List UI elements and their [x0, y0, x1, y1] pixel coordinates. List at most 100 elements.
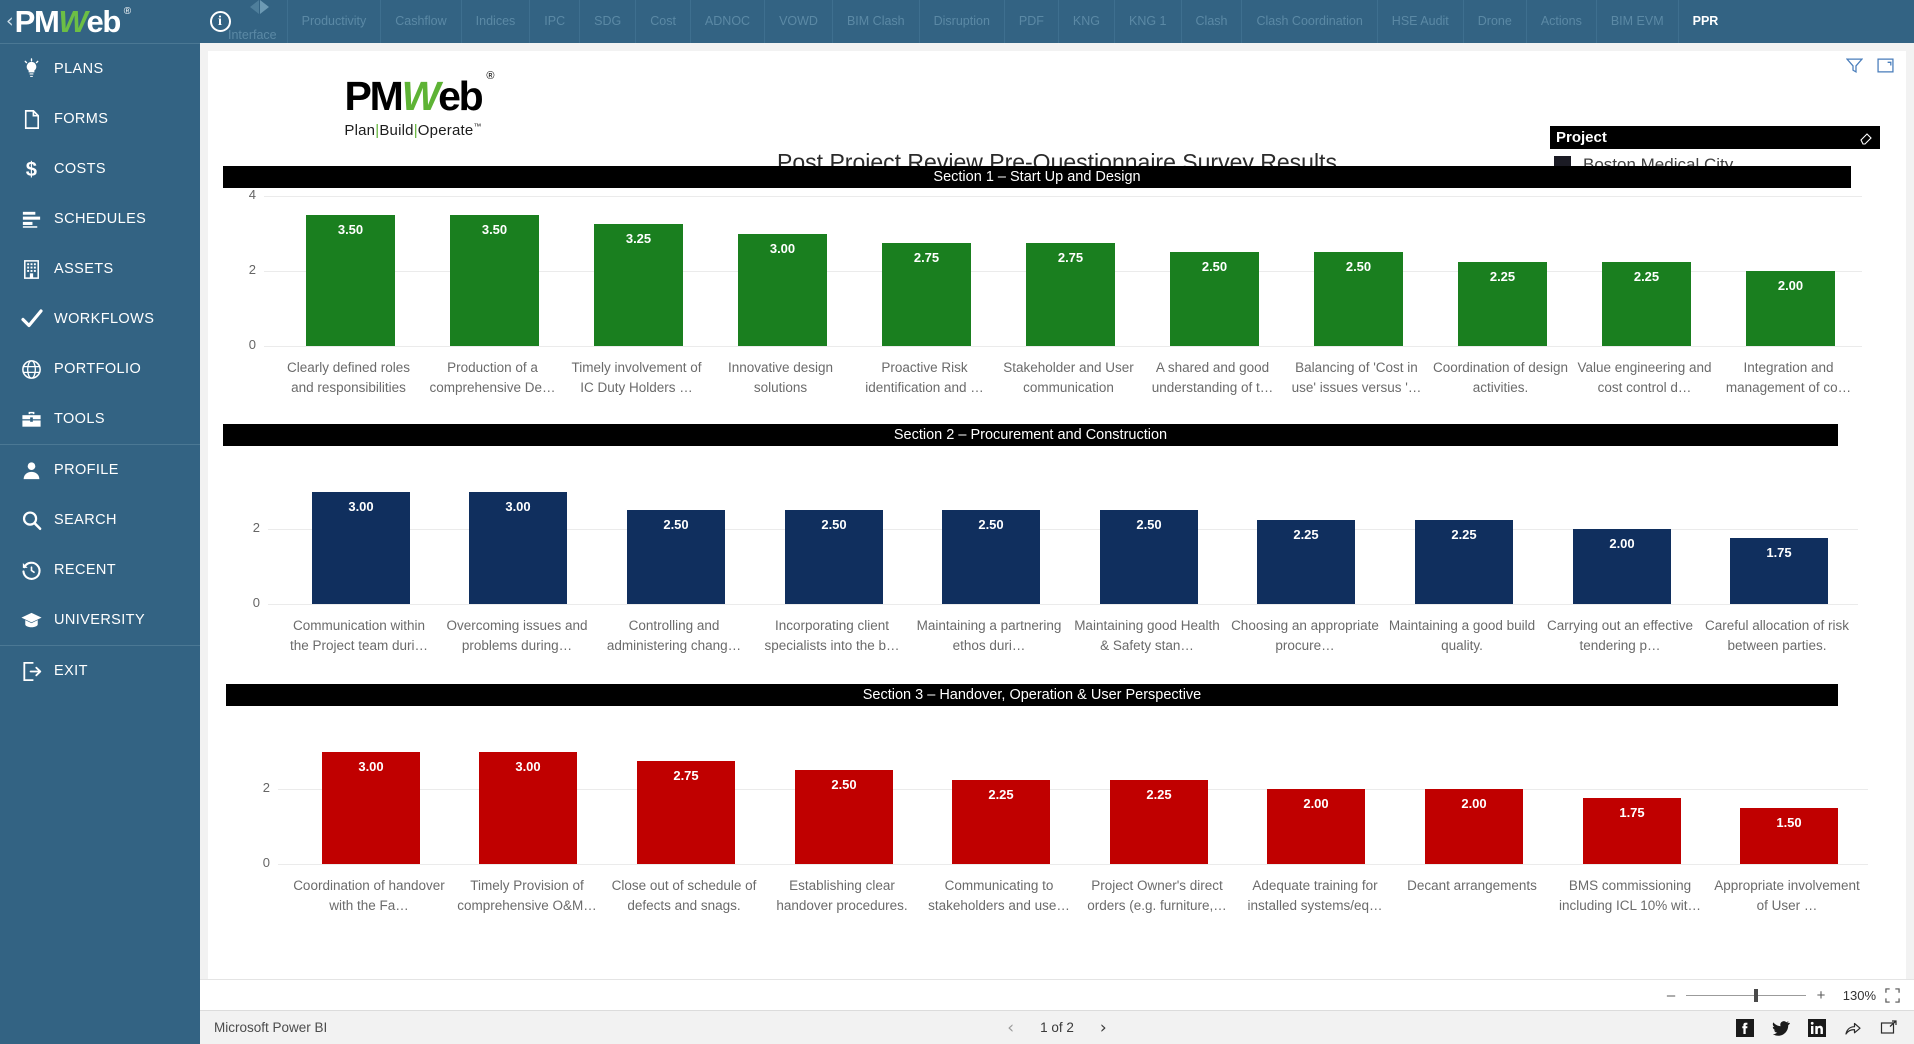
tab-label: PDF — [1018, 14, 1044, 28]
page-navigation: ‹ 1 of 2 › — [200, 1018, 1914, 1038]
sidebar-item-assets[interactable]: ASSETS — [0, 244, 200, 294]
plot-area-1: 0 2 4 3.50 Clearly defined roles and respons… — [208, 187, 1906, 395]
svg-text:$: $ — [26, 159, 38, 181]
bar-value-label: 2.25 — [1489, 268, 1516, 284]
chevron-left-icon[interactable]: ‹ — [1007, 1018, 1014, 1038]
sidebar-item-university[interactable]: UNIVERSITY — [0, 595, 200, 645]
sidebar-item-schedules[interactable]: SCHEDULES — [0, 194, 200, 244]
sidebar-item-plans[interactable]: PLANS — [0, 44, 200, 94]
tab-clash-coordination[interactable]: Clash Coordination — [1242, 0, 1378, 43]
report-logo-registered: ® — [486, 70, 495, 82]
x-axis-category-label: Proactive Risk identification and … — [865, 360, 984, 395]
app-logo[interactable]: ‹ PMWeb ® — [0, 0, 200, 43]
fit-to-page-icon[interactable] — [1885, 987, 1900, 1003]
tab-clash[interactable]: Clash — [1182, 0, 1243, 43]
eraser-icon[interactable] — [1858, 129, 1874, 145]
facebook-icon[interactable] — [1736, 1018, 1754, 1037]
sidebar-item-portfolio[interactable]: PORTFOLIO — [0, 344, 200, 394]
x-axis-category-label: Carrying out an effective tendering p… — [1546, 618, 1694, 653]
exit-icon — [20, 660, 54, 683]
zoom-in-button[interactable]: + — [1815, 987, 1827, 1004]
report-logo: PMWeb ® Plan|Build|Operate™ — [288, 70, 538, 139]
document-icon — [20, 108, 54, 131]
x-axis-category-label: Stakeholder and User communication — [1003, 360, 1134, 395]
report-logo-tagline: Plan|Build|Operate™ — [288, 122, 538, 139]
tab-cashflow[interactable]: Cashflow — [381, 0, 462, 43]
sidebar-group-modules: PLANS FORMS $ COSTS SCHEDULES ASSETS WORKFLOWS… — [0, 44, 200, 444]
bar-value-label: 3.50 — [481, 221, 508, 237]
x-axis-category-label: Appropriate involvement of User … — [1714, 878, 1860, 913]
sidebar-item-search[interactable]: SEARCH — [0, 495, 200, 545]
sidebar-item-forms[interactable]: FORMS — [0, 94, 200, 144]
bar-value-label: 2.25 — [988, 786, 1014, 802]
sidebar-item-costs[interactable]: $ COSTS — [0, 144, 200, 194]
tagline-tm: ™ — [473, 122, 482, 131]
sidebar-group-user: PROFILE SEARCH RECENT UNIVERSITY — [0, 445, 200, 645]
twitter-icon[interactable] — [1772, 1019, 1790, 1037]
tab-drone[interactable]: Drone — [1464, 0, 1527, 43]
tab-bim-clash[interactable]: BIM Clash — [833, 0, 920, 43]
x-axis-category-label: Overcoming issues and problems during… — [446, 618, 588, 653]
tab-cost[interactable]: Cost — [636, 0, 691, 43]
sidebar-item-label: COSTS — [54, 161, 106, 177]
sidebar-item-label: WORKFLOWS — [54, 311, 155, 327]
popout-icon[interactable] — [1880, 1019, 1898, 1037]
collapse-sidebar-icon[interactable]: ‹ — [6, 12, 14, 31]
report-logo-pm: PM — [344, 73, 403, 119]
zoom-out-button[interactable]: – — [1665, 987, 1677, 1004]
sidebar-item-exit[interactable]: EXIT — [0, 646, 200, 696]
tab-label: PPR — [1692, 14, 1719, 28]
sidebar-item-profile[interactable]: PROFILE — [0, 445, 200, 495]
tab-ipc[interactable]: IPC — [530, 0, 581, 43]
x-axis-category-label: Integration and management of co… — [1725, 360, 1852, 395]
x-axis-category-label: Decant arrangements — [1407, 878, 1537, 893]
bar-value-label: 2.75 — [673, 767, 699, 783]
zoom-bar: – + 130% — [200, 979, 1914, 1010]
bar-value-label: 2.00 — [1461, 796, 1487, 811]
registered-mark: ® — [123, 5, 132, 17]
zoom-slider-thumb[interactable] — [1754, 988, 1759, 1002]
section-header-2: Section 2 – Procurement and Construction — [223, 424, 1838, 446]
tab-kng[interactable]: KNG — [1059, 0, 1115, 43]
tab-productivity[interactable]: Productivity — [288, 0, 382, 43]
tab-label: Actions — [1540, 14, 1582, 28]
tab-label: Interface — [228, 28, 277, 42]
sidebar-item-label: SEARCH — [54, 512, 117, 528]
tab-kng-1[interactable]: KNG 1 — [1115, 0, 1182, 43]
chevron-right-icon[interactable]: › — [1100, 1018, 1107, 1038]
chart-section-2: Section 2 – Procurement and Construction… — [208, 424, 1906, 672]
nav-arrows-icon — [250, 0, 277, 14]
gridline — [264, 196, 1862, 197]
bar-value-label: 2.75 — [913, 249, 940, 265]
tab-actions[interactable]: Actions — [1527, 0, 1597, 43]
tab-label: KNG 1 — [1129, 14, 1167, 28]
tab-sdg[interactable]: SDG — [580, 0, 637, 43]
sidebar-item-recent[interactable]: RECENT — [0, 545, 200, 595]
product-label: Microsoft Power BI — [214, 1020, 328, 1035]
tab-label: Drone — [1477, 14, 1512, 28]
tab-label: Clash Coordination — [1256, 14, 1363, 28]
tab-hse-audit[interactable]: HSE Audit — [1378, 0, 1464, 43]
sidebar-item-tools[interactable]: TOOLS — [0, 394, 200, 444]
tab-pdf[interactable]: PDF — [1005, 0, 1059, 43]
tab-label: HSE Audit — [1391, 14, 1449, 28]
tab-bim-evm[interactable]: BIM EVM — [1597, 0, 1679, 43]
tab-label: Cashflow — [395, 14, 447, 28]
linkedin-icon[interactable] — [1808, 1018, 1826, 1037]
tab-ppr[interactable]: PPR — [1679, 0, 1733, 43]
tab-vowd[interactable]: VOWD — [765, 0, 833, 43]
tab-indices[interactable]: Indices — [462, 0, 531, 43]
share-actions — [1736, 1018, 1914, 1037]
share-icon[interactable] — [1844, 1019, 1862, 1037]
tab-interface[interactable]: Interface — [228, 0, 288, 43]
top-bar: ‹ PMWeb ® i Interface Productivity Cashflow… — [0, 0, 1914, 43]
tab-adnoc[interactable]: ADNOC — [691, 0, 766, 43]
zoom-slider[interactable] — [1686, 988, 1806, 1002]
sidebar-item-workflows[interactable]: WORKFLOWS — [0, 294, 200, 344]
x-axis-category-label: Establishing clear handover procedures. — [776, 878, 908, 913]
y-axis-tick-label: 2 — [262, 780, 270, 795]
tagline-plan: Plan — [344, 122, 376, 139]
zoom-percent: 130% — [1842, 987, 1876, 1003]
bar-value-label: 2.25 — [1633, 268, 1660, 284]
tab-disruption[interactable]: Disruption — [920, 0, 1005, 43]
